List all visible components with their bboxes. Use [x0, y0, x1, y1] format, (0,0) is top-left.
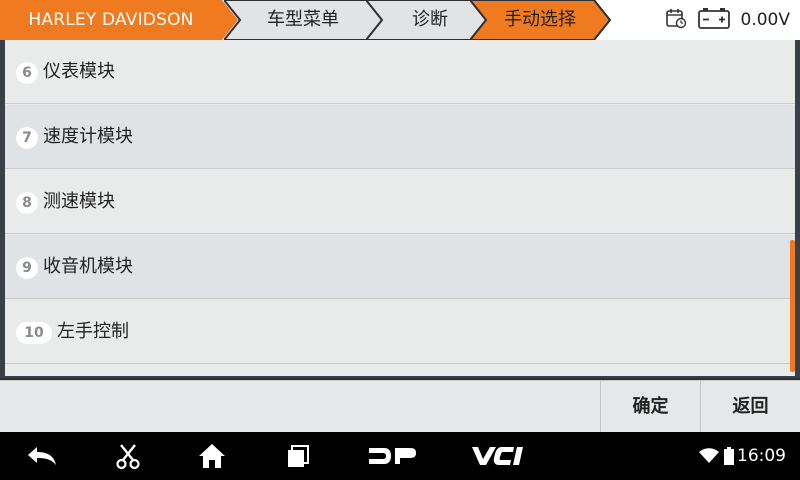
list-item[interactable]: 9 收音机模块: [5, 235, 795, 299]
item-number-badge: 7: [16, 127, 38, 149]
battery-icon: [697, 6, 731, 34]
back-button[interactable]: 返回: [700, 381, 800, 433]
dp-logo-icon: [369, 448, 416, 464]
breadcrumb-label: 车型菜单: [267, 9, 339, 30]
item-label: 收音机模块: [43, 256, 133, 277]
vci-logo-icon: [472, 447, 523, 465]
top-bar: HARLEY DAVIDSON 车型菜单 诊断 手动选择 0.00V: [0, 0, 800, 40]
item-label: 测速模块: [43, 191, 115, 212]
breadcrumb-label: 诊断: [412, 9, 448, 30]
screenshot-cut-button[interactable]: [106, 432, 150, 480]
scissors-icon: [116, 444, 140, 470]
calendar-clock-icon: [665, 7, 687, 33]
item-label: 仪表模块: [43, 61, 115, 82]
system-status: [694, 432, 740, 480]
breadcrumb-label: 手动选择: [504, 9, 576, 30]
list-item[interactable]: 8 测速模块: [5, 170, 795, 234]
list-item[interactable]: 6 仪表模块: [5, 40, 795, 104]
home-nav-button[interactable]: [190, 432, 234, 480]
item-number-badge: 10: [16, 322, 52, 344]
module-list[interactable]: 6 仪表模块 7 速度计模块 8 测速模块 9 收音机模块 10 左手控制: [5, 40, 795, 376]
item-label: 速度计模块: [43, 126, 133, 147]
item-label: 左手控制: [57, 321, 129, 342]
breadcrumb-item-brand[interactable]: HARLEY DAVIDSON: [0, 0, 240, 40]
status-area: 0.00V: [665, 0, 800, 40]
back-nav-button[interactable]: [20, 432, 64, 480]
list-item[interactable]: 7 速度计模块: [5, 105, 795, 169]
item-number-badge: 8: [16, 192, 38, 214]
wifi-icon: [699, 448, 719, 463]
list-item[interactable]: 10 左手控制: [5, 300, 795, 364]
recent-apps-button[interactable]: [276, 432, 320, 480]
breadcrumb-item-model-menu[interactable]: 车型菜单: [224, 0, 386, 40]
scrollbar-thumb[interactable]: [790, 240, 795, 372]
system-nav-bar: 16:09: [0, 432, 800, 480]
vci-button[interactable]: [464, 432, 530, 480]
dp-button[interactable]: [362, 432, 422, 480]
clock: 16:09: [737, 446, 786, 466]
item-number-badge: 6: [16, 62, 38, 84]
item-number-badge: 9: [16, 257, 38, 279]
voltage-readout: 0.00V: [740, 10, 790, 30]
battery-status-icon: [724, 447, 734, 465]
action-bar: 确定 返回: [0, 380, 800, 433]
module-list-panel: 6 仪表模块 7 速度计模块 8 测速模块 9 收音机模块 10 左手控制: [0, 40, 800, 378]
breadcrumb-label: HARLEY DAVIDSON: [28, 10, 194, 30]
confirm-button[interactable]: 确定: [600, 381, 700, 433]
back-arrow-icon: [28, 447, 56, 465]
home-icon: [199, 444, 225, 468]
recent-apps-icon: [288, 445, 309, 467]
breadcrumb-item-manual-select[interactable]: 手动选择: [470, 0, 612, 40]
